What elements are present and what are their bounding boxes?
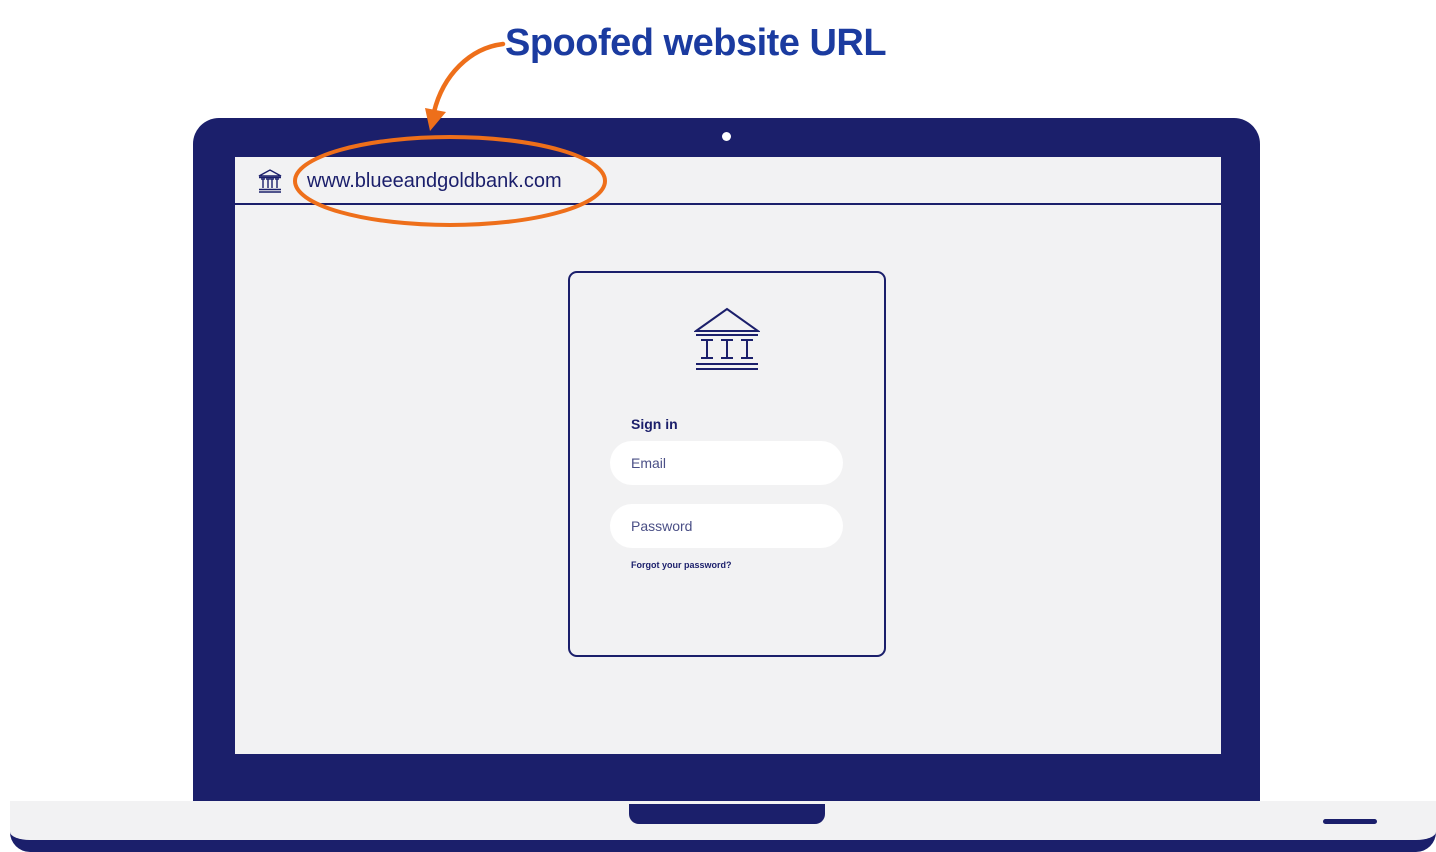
forgot-password-link[interactable]: Forgot your password?	[631, 560, 732, 570]
browser-address-bar[interactable]: www.blueeandgoldbank.com	[235, 157, 1221, 205]
laptop-screen: www.blueeandgoldbank.com Sign in Email F…	[235, 157, 1221, 754]
power-indicator	[1323, 819, 1377, 824]
email-field[interactable]	[610, 441, 843, 485]
bank-building-icon	[258, 169, 282, 193]
callout-label: Spoofed website URL	[505, 22, 887, 64]
sign-in-title: Sign in	[631, 416, 678, 432]
pointer-arrow-curve	[431, 41, 506, 115]
login-card: Sign in Forgot your password?	[568, 271, 886, 657]
laptop-notch	[629, 804, 825, 824]
url-text[interactable]: www.blueeandgoldbank.com	[307, 170, 562, 193]
password-field[interactable]	[610, 504, 843, 548]
phishing-diagram: Spoofed website URL www.blueeandgoldbank…	[0, 0, 1436, 852]
webcam-dot	[722, 132, 731, 141]
bank-building-icon	[694, 307, 760, 370]
